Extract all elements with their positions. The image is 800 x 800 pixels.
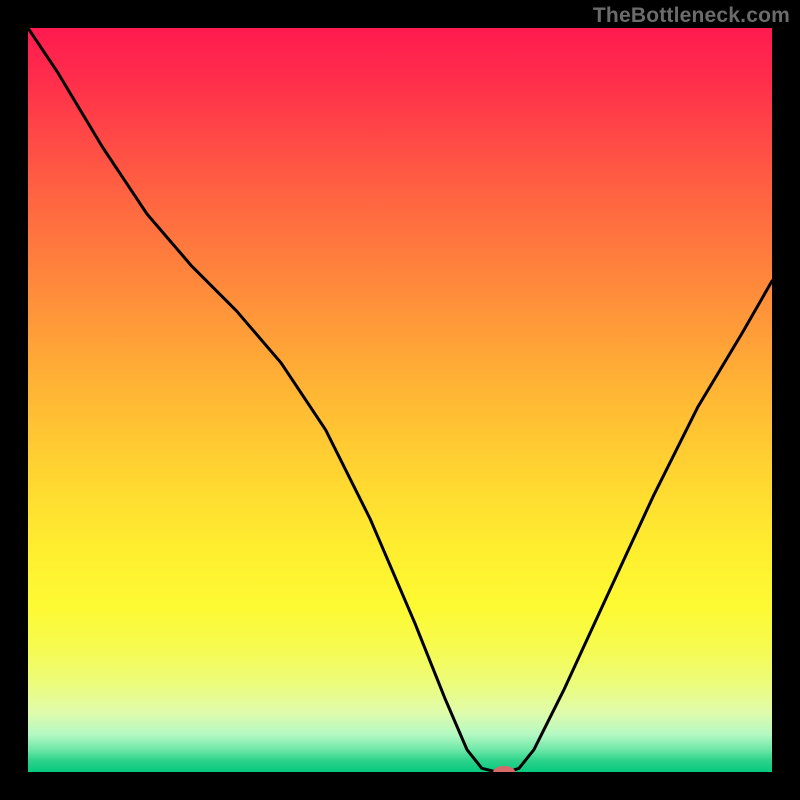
plot-area [28, 28, 772, 772]
chart-stage: TheBottleneck.com [0, 0, 800, 800]
minimum-marker [493, 766, 515, 772]
curve-layer [28, 28, 772, 772]
bottleneck-curve [28, 28, 772, 772]
watermark-text: TheBottleneck.com [593, 4, 790, 28]
